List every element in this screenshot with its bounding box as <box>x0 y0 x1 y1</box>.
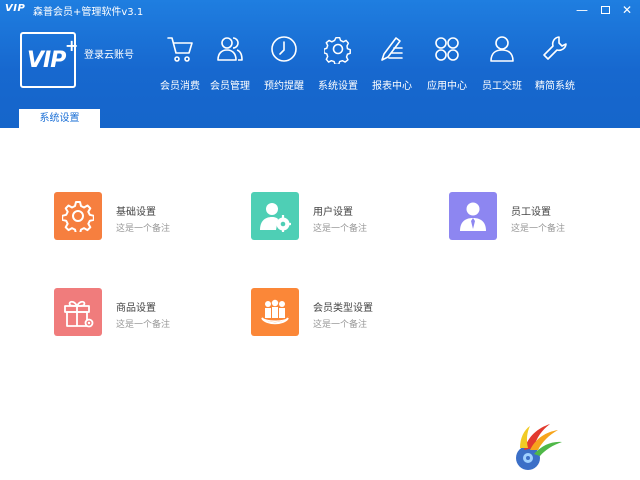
card-title: 会员类型设置 <box>313 303 373 314</box>
card-title: 员工设置 <box>511 207 551 218</box>
person-icon <box>490 36 514 62</box>
card-product-settings[interactable]: 商品设置 这是一个备注 <box>54 288 224 338</box>
nav-report-center[interactable]: 报表中心 <box>366 34 418 94</box>
title-bar: VIP 森普会员+管理软件v3.1 — ✕ <box>0 0 640 20</box>
card-tile <box>54 192 102 240</box>
nav-label: 精简系统 <box>535 81 575 92</box>
gear-icon <box>324 36 351 64</box>
app-logo-small: VIP <box>5 3 26 14</box>
employee-icon <box>460 202 486 231</box>
cart-icon <box>167 37 193 62</box>
pen-list-icon <box>381 37 403 61</box>
maximize-button[interactable] <box>597 2 613 18</box>
nav-simplified-system[interactable]: 精简系统 <box>529 34 581 94</box>
close-button[interactable]: ✕ <box>619 2 635 18</box>
card-note: 这是一个备注 <box>116 224 171 234</box>
card-note: 这是一个备注 <box>511 224 566 234</box>
tab-system-settings[interactable]: 系统设置 <box>19 109 100 128</box>
card-employee-settings[interactable]: 员工设置 这是一个备注 <box>449 192 619 242</box>
nav-app-center[interactable]: 应用中心 <box>421 34 473 94</box>
window-title: 森普会员+管理软件v3.1 <box>33 7 144 18</box>
nav-label: 预约提醒 <box>264 81 304 92</box>
nav-label: 会员消费 <box>160 81 200 92</box>
users-icon <box>217 37 243 61</box>
nav-member-consume[interactable]: 会员消费 <box>154 34 206 94</box>
card-tile <box>251 192 299 240</box>
wrench-icon <box>543 36 567 60</box>
gift-gear-icon <box>64 300 94 328</box>
nav-label: 会员管理 <box>210 81 250 92</box>
card-tile <box>251 288 299 336</box>
clock-icon <box>271 36 297 62</box>
user-gear-icon <box>260 203 291 232</box>
nav-member-manage[interactable]: 会员管理 <box>204 34 256 94</box>
card-user-settings[interactable]: 用户设置 这是一个备注 <box>251 192 421 242</box>
card-tile <box>449 192 497 240</box>
card-note: 这是一个备注 <box>313 320 368 330</box>
gear-icon <box>62 201 94 232</box>
card-basic-settings[interactable]: 基础设置 这是一个备注 <box>54 192 224 242</box>
group-icon <box>261 299 289 325</box>
vip-logo-plus: + <box>65 36 79 55</box>
card-member-type-settings[interactable]: 会员类型设置 这是一个备注 <box>251 288 421 338</box>
nav-staff-shift[interactable]: 员工交班 <box>476 34 528 94</box>
card-note: 这是一个备注 <box>116 320 171 330</box>
grid-circles-icon <box>435 37 459 61</box>
card-title: 用户设置 <box>313 207 353 218</box>
maximize-icon <box>600 6 610 14</box>
nav-appointment[interactable]: 预约提醒 <box>258 34 310 94</box>
vip-logo: VIP + <box>20 32 79 88</box>
card-tile <box>54 288 102 336</box>
nav-label: 报表中心 <box>372 81 412 92</box>
vip-logo-text: VIP <box>27 48 66 73</box>
card-title: 商品设置 <box>116 303 156 314</box>
minimize-button[interactable]: — <box>574 2 590 18</box>
nav-label: 系统设置 <box>318 81 358 92</box>
nav-label: 员工交班 <box>482 81 522 92</box>
brand-logo <box>516 424 562 470</box>
header-bar: VIP 森普会员+管理软件v3.1 — ✕ VIP + 登录云账号 会员消费 会… <box>0 0 640 128</box>
nav-system-settings[interactable]: 系统设置 <box>312 34 364 94</box>
cloud-login-link[interactable]: 登录云账号 <box>84 46 134 61</box>
card-title: 基础设置 <box>116 207 156 218</box>
nav-label: 应用中心 <box>427 81 467 92</box>
card-note: 这是一个备注 <box>313 224 368 234</box>
